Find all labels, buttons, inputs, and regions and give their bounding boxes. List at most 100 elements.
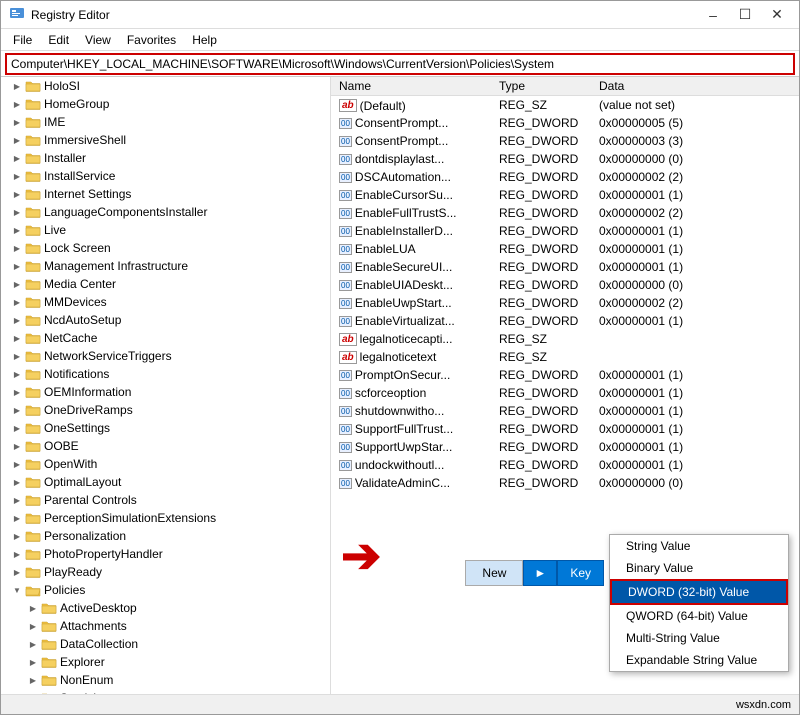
- maximize-button[interactable]: ☐: [731, 5, 759, 25]
- context-menu-dword-value[interactable]: DWORD (32-bit) Value: [610, 579, 788, 605]
- col-type: Type: [491, 77, 591, 96]
- tree-item-parentalcontrols[interactable]: Parental Controls: [1, 491, 330, 509]
- tree-item-explorer[interactable]: Explorer: [1, 653, 330, 671]
- cell-type: REG_DWORD: [491, 114, 591, 132]
- tree-item-playready[interactable]: PlayReady: [1, 563, 330, 581]
- tree-item-oeminformation[interactable]: OEMInformation: [1, 383, 330, 401]
- tree-item-ncdautosetup[interactable]: NcdAutoSetup: [1, 311, 330, 329]
- table-row[interactable]: 00 DSCAutomation... REG_DWORD 0x00000002…: [331, 168, 799, 186]
- table-row[interactable]: 00 SupportFullTrust... REG_DWORD 0x00000…: [331, 420, 799, 438]
- new-arrow-button[interactable]: ►: [523, 560, 557, 586]
- table-row[interactable]: 00 SupportUwpStar... REG_DWORD 0x0000000…: [331, 438, 799, 456]
- tree-item-openwith[interactable]: OpenWith: [1, 455, 330, 473]
- minimize-button[interactable]: –: [699, 5, 727, 25]
- folder-icon: [25, 151, 41, 165]
- cell-name: 00 EnableSecureUI...: [331, 258, 491, 276]
- tree-item-mediacenter[interactable]: Media Center: [1, 275, 330, 293]
- table-row[interactable]: 00 EnableFullTrustS... REG_DWORD 0x00000…: [331, 204, 799, 222]
- main-content: HoloSI HomeGroup IME ImmersiveShell: [1, 77, 799, 694]
- dword-icon: 00: [339, 370, 352, 381]
- window-title: Registry Editor: [31, 8, 110, 22]
- address-input[interactable]: [5, 53, 795, 75]
- table-row[interactable]: 00 ConsentPrompt... REG_DWORD 0x00000003…: [331, 132, 799, 150]
- tree-item-photoproperty[interactable]: PhotoPropertyHandler: [1, 545, 330, 563]
- context-menu-expandable-value[interactable]: Expandable String Value: [610, 649, 788, 671]
- tree-item-ime[interactable]: IME: [1, 113, 330, 131]
- menu-file[interactable]: File: [5, 31, 40, 48]
- tree-arrow: [9, 528, 25, 544]
- tree-item-onesettings[interactable]: OneSettings: [1, 419, 330, 437]
- menu-help[interactable]: Help: [184, 31, 225, 48]
- table-row[interactable]: 00 EnableUIADeskt... REG_DWORD 0x0000000…: [331, 276, 799, 294]
- cell-name: 00 EnableInstallerD...: [331, 222, 491, 240]
- context-menu-string-value[interactable]: String Value: [610, 535, 788, 557]
- table-row[interactable]: 00 dontdisplaylast... REG_DWORD 0x000000…: [331, 150, 799, 168]
- cell-name: 00 EnableUIADeskt...: [331, 276, 491, 294]
- cell-name: ab (Default): [331, 96, 491, 114]
- table-row[interactable]: 00 shutdownwitho... REG_DWORD 0x00000001…: [331, 402, 799, 420]
- context-menu: String Value Binary Value DWORD (32-bit)…: [609, 534, 789, 672]
- table-row[interactable]: 00 EnableUwpStart... REG_DWORD 0x0000000…: [331, 294, 799, 312]
- folder-icon: [25, 205, 41, 219]
- table-row[interactable]: ab legalnoticetext REG_SZ: [331, 348, 799, 366]
- tree-item-notifications[interactable]: Notifications: [1, 365, 330, 383]
- tree-item-holosi[interactable]: HoloSI: [1, 77, 330, 95]
- context-menu-qword-value[interactable]: QWORD (64-bit) Value: [610, 605, 788, 627]
- tree-arrow: [9, 312, 25, 328]
- table-row[interactable]: 00 EnableInstallerD... REG_DWORD 0x00000…: [331, 222, 799, 240]
- tree-item-homegroup[interactable]: HomeGroup: [1, 95, 330, 113]
- tree-item-installservice[interactable]: InstallService: [1, 167, 330, 185]
- tree-item-oobe[interactable]: OOBE: [1, 437, 330, 455]
- table-row[interactable]: 00 ValidateAdminC... REG_DWORD 0x0000000…: [331, 474, 799, 492]
- close-button[interactable]: ✕: [763, 5, 791, 25]
- table-row[interactable]: 00 scforceoption REG_DWORD 0x00000001 (1…: [331, 384, 799, 402]
- tree-item-immersiveshell[interactable]: ImmersiveShell: [1, 131, 330, 149]
- cell-data: 0x00000005 (5): [591, 114, 799, 132]
- tree-item-activedesktop[interactable]: ActiveDesktop: [1, 599, 330, 617]
- tree-item-attachments[interactable]: Attachments: [1, 617, 330, 635]
- tree-item-lockscreen[interactable]: Lock Screen: [1, 239, 330, 257]
- table-row[interactable]: 00 EnableVirtualizat... REG_DWORD 0x0000…: [331, 312, 799, 330]
- tree-item-live[interactable]: Live: [1, 221, 330, 239]
- tree-item-perceptionsim[interactable]: PerceptionSimulationExtensions: [1, 509, 330, 527]
- tree-arrow: [9, 258, 25, 274]
- table-row[interactable]: ab (Default) REG_SZ (value not set): [331, 96, 799, 114]
- tree-arrow: [25, 636, 41, 652]
- tree-item-installer[interactable]: Installer: [1, 149, 330, 167]
- context-menu-binary-value[interactable]: Binary Value: [610, 557, 788, 579]
- folder-icon: [25, 277, 41, 291]
- menu-edit[interactable]: Edit: [40, 31, 77, 48]
- tree-item-languagecomponents[interactable]: LanguageComponentsInstaller: [1, 203, 330, 221]
- menu-view[interactable]: View: [77, 31, 119, 48]
- table-row[interactable]: 00 EnableSecureUI... REG_DWORD 0x0000000…: [331, 258, 799, 276]
- menu-favorites[interactable]: Favorites: [119, 31, 184, 48]
- cell-type: REG_DWORD: [491, 384, 591, 402]
- table-row[interactable]: 00 ConsentPrompt... REG_DWORD 0x00000005…: [331, 114, 799, 132]
- folder-icon: [25, 403, 41, 417]
- context-menu-multistring-value[interactable]: Multi-String Value: [610, 627, 788, 649]
- table-row[interactable]: ab legalnoticecapti... REG_SZ: [331, 330, 799, 348]
- cell-data: [591, 348, 799, 366]
- tree-item-servicing[interactable]: Servicing: [1, 689, 330, 694]
- tree-label: LanguageComponentsInstaller: [44, 205, 207, 219]
- tree-item-netcache[interactable]: NetCache: [1, 329, 330, 347]
- table-row[interactable]: 00 EnableLUA REG_DWORD 0x00000001 (1): [331, 240, 799, 258]
- dword-icon: 00: [339, 172, 352, 183]
- tree-item-onedriveramps[interactable]: OneDriveRamps: [1, 401, 330, 419]
- tree-item-nonenum[interactable]: NonEnum: [1, 671, 330, 689]
- tree-item-personalization[interactable]: Personalization: [1, 527, 330, 545]
- tree-item-datacollection[interactable]: DataCollection: [1, 635, 330, 653]
- table-row[interactable]: 00 undockwithoutl... REG_DWORD 0x0000000…: [331, 456, 799, 474]
- tree-item-internetsettings[interactable]: Internet Settings: [1, 185, 330, 203]
- tree-item-optimallayout[interactable]: OptimalLayout: [1, 473, 330, 491]
- tree-item-networkservice[interactable]: NetworkServiceTriggers: [1, 347, 330, 365]
- cell-type: REG_DWORD: [491, 168, 591, 186]
- new-button[interactable]: New: [465, 560, 523, 586]
- tree-item-mgmt[interactable]: Management Infrastructure: [1, 257, 330, 275]
- cell-data: 0x00000000 (0): [591, 150, 799, 168]
- tree-item-mmdevices[interactable]: MMDevices: [1, 293, 330, 311]
- tree-item-policies[interactable]: Policies: [1, 581, 330, 599]
- table-row[interactable]: 00 EnableCursorSu... REG_DWORD 0x0000000…: [331, 186, 799, 204]
- folder-icon: [41, 637, 57, 651]
- table-row[interactable]: 00 PromptOnSecur... REG_DWORD 0x00000001…: [331, 366, 799, 384]
